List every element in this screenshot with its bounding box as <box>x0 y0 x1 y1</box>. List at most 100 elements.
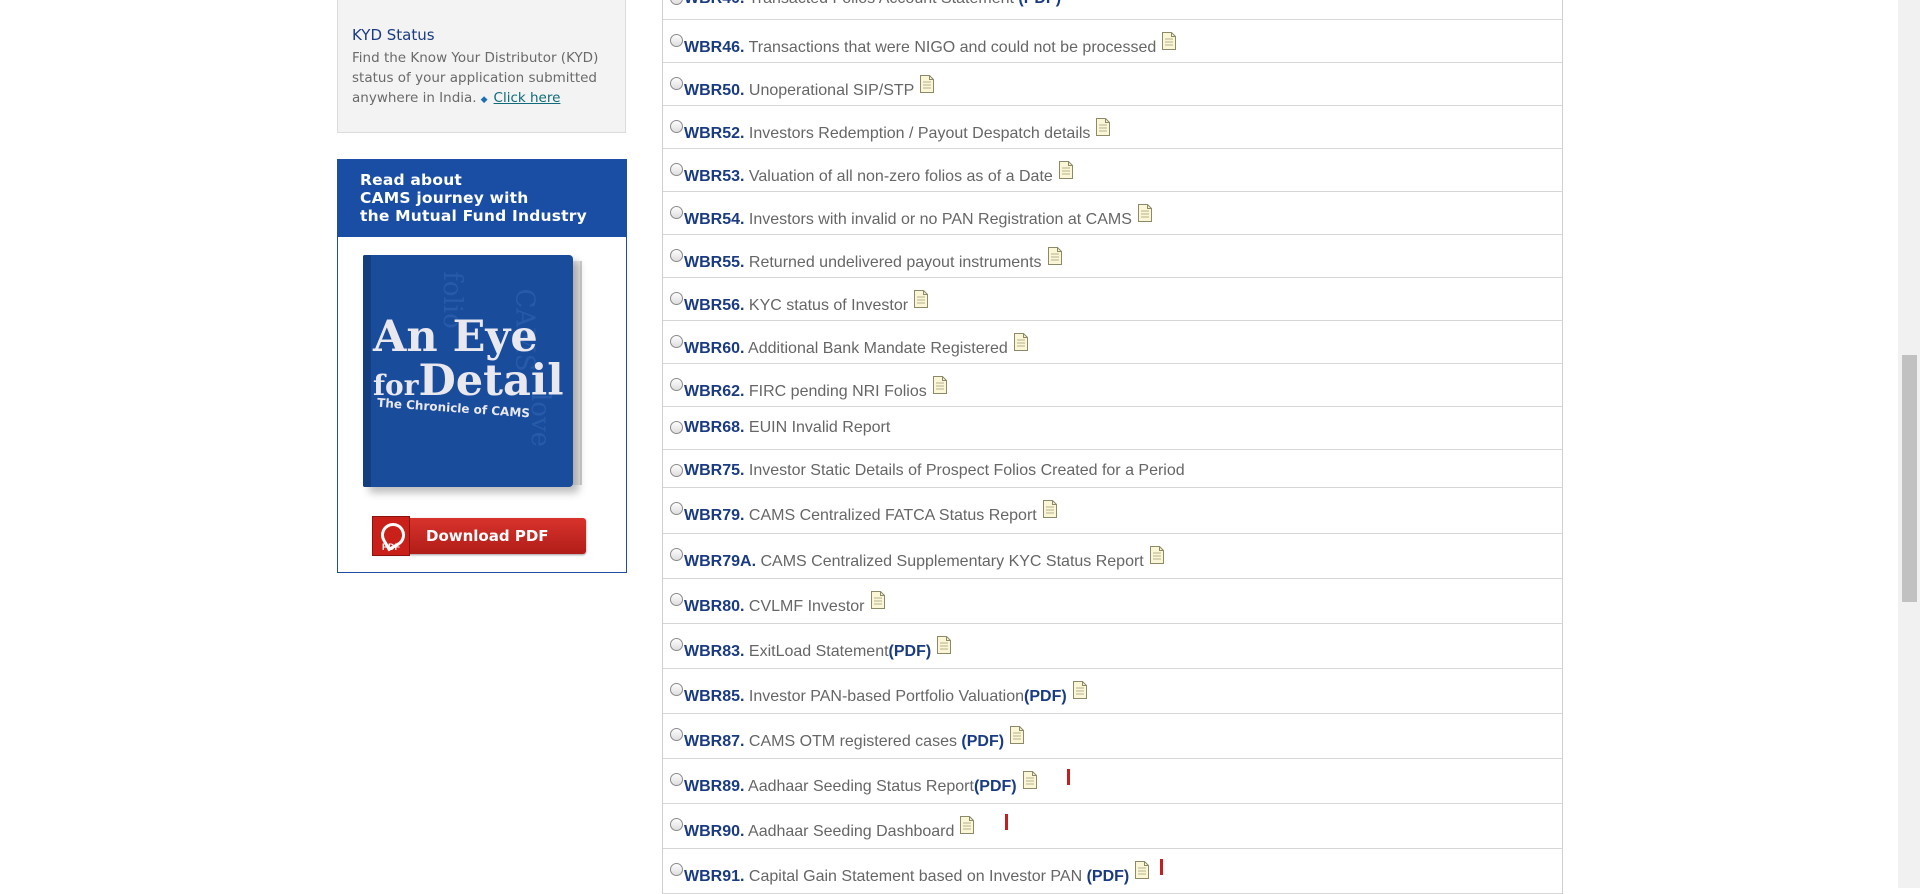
promo-heading-line: CAMS journey with <box>360 189 529 207</box>
report-radio-button[interactable] <box>670 593 683 606</box>
promo-heading: Read about CAMS journey with the Mutual … <box>338 160 626 237</box>
report-pdf-link[interactable]: (PDF) <box>889 643 932 660</box>
report-radio-button[interactable] <box>670 638 683 651</box>
report-code: WBR55. <box>684 254 745 271</box>
report-row[interactable]: WBR90. Aadhaar Seeding Dashboard <box>663 804 1562 849</box>
report-radio-button[interactable] <box>670 120 683 133</box>
report-row[interactable]: WBR79A. CAMS Centralized Supplementary K… <box>663 534 1562 579</box>
book-cover-image[interactable]: folio CAMS love An Eye forDetail The Chr… <box>358 255 590 495</box>
report-radio-button[interactable] <box>670 206 683 219</box>
document-icon[interactable] <box>920 75 935 93</box>
report-radio-button[interactable] <box>670 421 683 434</box>
report-title: Returned undelivered payout instruments <box>748 254 1042 271</box>
report-radio-button[interactable] <box>670 464 683 477</box>
report-radio-button[interactable] <box>670 863 683 876</box>
document-icon[interactable] <box>1013 333 1028 351</box>
report-row[interactable]: WBR79. CAMS Centralized FATCA Status Rep… <box>663 488 1562 534</box>
report-row[interactable]: WBR80. CVLMF Investor <box>663 579 1562 624</box>
report-title: Transacted Folios Account Statement <box>749 0 1019 7</box>
report-row[interactable]: WBR54. Investors with invalid or no PAN … <box>663 192 1562 235</box>
kyd-status-title: KYD Status <box>352 26 435 44</box>
report-title: Investors with invalid or no PAN Registr… <box>748 211 1132 228</box>
report-radio-button[interactable] <box>670 34 683 47</box>
report-title: KYC status of Investor <box>748 297 909 314</box>
report-row[interactable]: WBR62. FIRC pending NRI Folios <box>663 364 1562 407</box>
report-row[interactable]: WBR46. Transactions that were NIGO and c… <box>663 20 1562 63</box>
report-pdf-link[interactable]: (PDF) <box>1024 688 1067 705</box>
document-icon[interactable] <box>1137 204 1152 222</box>
report-row[interactable]: WBR75. Investor Static Details of Prospe… <box>663 450 1562 488</box>
report-radio-button[interactable] <box>670 163 683 176</box>
download-pdf-button[interactable]: PDF Download PDF <box>372 516 586 556</box>
report-list: WBR40. Transacted Folios Account Stateme… <box>662 0 1563 894</box>
report-radio-button[interactable] <box>670 773 683 786</box>
document-icon[interactable] <box>1010 726 1025 744</box>
report-radio-button[interactable] <box>670 77 683 90</box>
report-code: WBR54. <box>684 211 745 228</box>
document-icon[interactable] <box>870 591 885 609</box>
report-radio-button[interactable] <box>670 292 683 305</box>
document-icon[interactable] <box>1149 546 1164 564</box>
report-code: WBR85. <box>684 688 745 705</box>
report-title: CAMS Centralized Supplementary KYC Statu… <box>760 553 1144 570</box>
report-radio-button[interactable] <box>670 728 683 741</box>
report-title: Investor PAN-based Portfolio Valuation <box>748 688 1025 705</box>
document-icon[interactable] <box>937 636 952 654</box>
book-title-line: An Eye <box>373 312 538 362</box>
report-radio-button[interactable] <box>670 249 683 262</box>
report-row[interactable]: WBR83. ExitLoad Statement(PDF) <box>663 624 1562 669</box>
document-icon[interactable] <box>1135 861 1150 879</box>
promo-heading-line: the Mutual Fund Industry <box>360 207 587 225</box>
report-pdf-link[interactable]: (PDF) <box>1087 868 1130 885</box>
report-row[interactable]: WBR91. Capital Gain Statement based on I… <box>663 849 1562 894</box>
report-radio-button[interactable] <box>670 548 683 561</box>
report-code: WBR52. <box>684 125 745 142</box>
document-icon[interactable] <box>1022 771 1037 789</box>
report-pdf-link[interactable]: (PDF) <box>1018 0 1061 7</box>
report-row[interactable]: WBR89. Aadhaar Seeding Status Report(PDF… <box>663 759 1562 804</box>
document-icon[interactable] <box>960 816 975 834</box>
report-row[interactable]: WBR53. Valuation of all non-zero folios … <box>663 149 1562 192</box>
arrow-bullet-icon: ◆ <box>480 95 488 105</box>
report-row[interactable]: WBR87. CAMS OTM registered cases (PDF) <box>663 714 1562 759</box>
kyd-click-here-link[interactable]: Click here <box>494 90 561 106</box>
new-marker-icon <box>1067 769 1070 785</box>
document-icon[interactable] <box>1042 500 1057 518</box>
report-pdf-link[interactable]: (PDF) <box>961 733 1004 750</box>
new-marker-icon <box>1160 859 1163 875</box>
report-row[interactable]: WBR52. Investors Redemption / Payout Des… <box>663 106 1562 149</box>
report-radio-button[interactable] <box>670 0 683 5</box>
report-title: EUIN Invalid Report <box>748 419 891 436</box>
report-code: WBR87. <box>684 733 745 750</box>
report-radio-button[interactable] <box>670 818 683 831</box>
report-radio-button[interactable] <box>670 683 683 696</box>
report-code: WBR50. <box>684 82 745 99</box>
document-icon[interactable] <box>1096 118 1111 136</box>
report-row[interactable]: WBR60. Additional Bank Mandate Registere… <box>663 321 1562 364</box>
document-icon[interactable] <box>1058 161 1073 179</box>
document-icon[interactable] <box>1047 247 1062 265</box>
book-title-line: Detail <box>418 356 564 406</box>
report-row[interactable]: WBR56. KYC status of Investor <box>663 278 1562 321</box>
document-icon[interactable] <box>932 376 947 394</box>
report-code: WBR40. <box>684 0 744 7</box>
report-radio-button[interactable] <box>670 378 683 391</box>
report-radio-button[interactable] <box>670 335 683 348</box>
report-row[interactable]: WBR85. Investor PAN-based Portfolio Valu… <box>663 669 1562 714</box>
document-icon[interactable] <box>1162 32 1177 50</box>
report-pdf-link[interactable]: (PDF) <box>974 778 1017 795</box>
report-row[interactable]: WBR68. EUIN Invalid Report <box>663 407 1562 450</box>
report-row[interactable]: WBR50. Unoperational SIP/STP <box>663 63 1562 106</box>
report-row[interactable]: WBR55. Returned undelivered payout instr… <box>663 235 1562 278</box>
document-icon[interactable] <box>1072 681 1087 699</box>
vertical-scrollbar[interactable] <box>1898 0 1920 888</box>
scrollbar-thumb[interactable] <box>1902 355 1917 602</box>
book-spine <box>363 255 371 487</box>
cams-journey-promo[interactable]: Read about CAMS journey with the Mutual … <box>337 159 627 573</box>
report-title: Investor Static Details of Prospect Foli… <box>748 462 1185 479</box>
report-code: WBR89. <box>684 778 745 795</box>
document-icon[interactable] <box>914 290 929 308</box>
report-radio-button[interactable] <box>670 502 683 515</box>
kyd-status-description: Find the Know Your Distributor (KYD) sta… <box>352 48 611 110</box>
report-row[interactable]: WBR40. Transacted Folios Account Stateme… <box>663 0 1562 20</box>
